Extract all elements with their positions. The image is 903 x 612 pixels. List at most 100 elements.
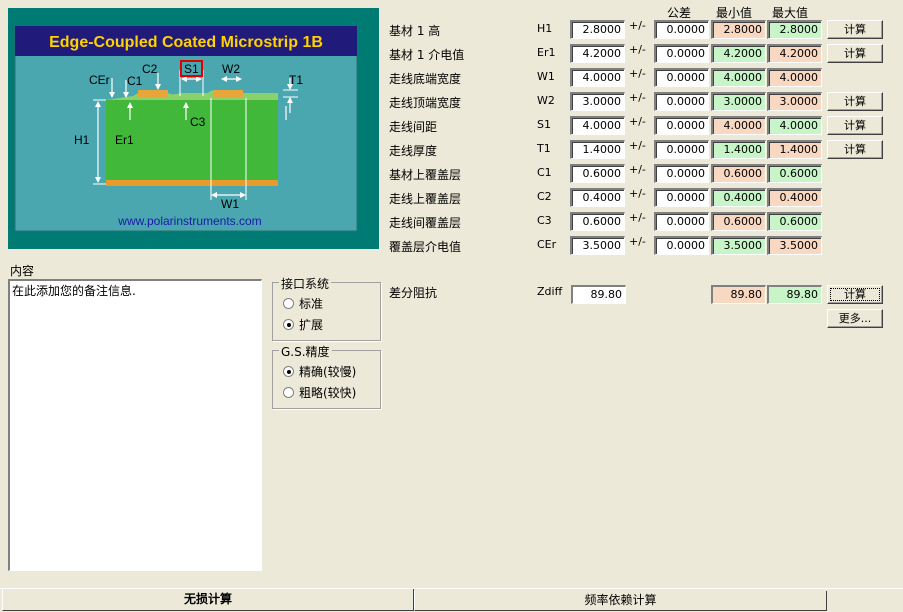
calculate-button[interactable]: 计算 bbox=[827, 140, 883, 159]
param-value-input[interactable]: 0.6000 bbox=[570, 164, 625, 183]
calculate-impedance-button[interactable]: 计算 bbox=[827, 285, 883, 304]
plus-minus-label: +/- bbox=[629, 211, 646, 224]
param-value-input[interactable]: 4.0000 bbox=[570, 116, 625, 135]
radio-standard-label: 标准 bbox=[299, 297, 324, 311]
radio-standard[interactable]: 标准 bbox=[283, 295, 323, 312]
param-min-value: 4.2000 bbox=[711, 44, 766, 63]
param-row-s1: 走线间距 S1 4.0000 +/- 0.0000 4.0000 4.0000 计算 bbox=[389, 115, 899, 137]
param-value-input[interactable]: 4.2000 bbox=[570, 44, 625, 63]
param-value-input[interactable]: 3.5000 bbox=[570, 236, 625, 255]
param-row-h1: 基材 1 高 H1 2.8000 +/- 0.0000 2.8000 2.8000 计算 bbox=[389, 19, 899, 41]
param-symbol: Er1 bbox=[537, 46, 556, 59]
param-row-c2: 走线上覆盖层 C2 0.4000 +/- 0.0000 0.4000 0.4000 bbox=[389, 187, 899, 209]
param-min-value: 4.0000 bbox=[711, 68, 766, 87]
diagram-title: Edge-Coupled Coated Microstrip 1B bbox=[49, 34, 323, 51]
param-min-value: 3.5000 bbox=[711, 236, 766, 255]
param-min-value: 0.6000 bbox=[711, 164, 766, 183]
param-tolerance-input[interactable]: 0.0000 bbox=[654, 92, 709, 111]
impedance-min: 89.80 bbox=[711, 285, 766, 304]
param-label: 走线间距 bbox=[389, 120, 438, 134]
interface-group: 接口系统 标准 扩展 bbox=[272, 275, 381, 341]
param-row-c3: 走线间覆盖层 C3 0.6000 +/- 0.0000 0.6000 0.6000 bbox=[389, 211, 899, 233]
param-tolerance-input[interactable]: 0.0000 bbox=[654, 68, 709, 87]
param-max-value: 4.2000 bbox=[767, 44, 822, 63]
label-c3: C3 bbox=[190, 115, 206, 129]
param-max-value: 0.6000 bbox=[767, 212, 822, 231]
param-tolerance-input[interactable]: 0.0000 bbox=[654, 116, 709, 135]
param-label: 基材上覆盖层 bbox=[389, 168, 462, 182]
notes-textarea[interactable]: 在此添加您的备注信息. bbox=[8, 279, 262, 571]
param-value-input[interactable]: 4.0000 bbox=[570, 68, 625, 87]
param-min-value: 3.0000 bbox=[711, 92, 766, 111]
more-button[interactable]: 更多... bbox=[827, 309, 883, 328]
param-tolerance-input[interactable]: 0.0000 bbox=[654, 44, 709, 63]
radio-extended-dot[interactable] bbox=[283, 319, 294, 330]
param-label: 走线厚度 bbox=[389, 144, 438, 158]
param-tolerance-input[interactable]: 0.0000 bbox=[654, 140, 709, 159]
tab-lossless[interactable]: 无损计算 bbox=[2, 589, 414, 611]
param-value-input[interactable]: 2.8000 bbox=[570, 20, 625, 39]
plus-minus-label: +/- bbox=[629, 115, 646, 128]
plus-minus-label: +/- bbox=[629, 19, 646, 32]
param-symbol: H1 bbox=[537, 22, 553, 35]
param-row-w1: 走线底端宽度 W1 4.0000 +/- 0.0000 4.0000 4.0000 bbox=[389, 67, 899, 89]
param-min-value: 4.0000 bbox=[711, 116, 766, 135]
param-value-input[interactable]: 0.4000 bbox=[570, 188, 625, 207]
param-row-w2: 走线顶端宽度 W2 3.0000 +/- 0.0000 3.0000 3.0000 计算 bbox=[389, 91, 899, 113]
param-symbol: W2 bbox=[537, 94, 555, 107]
param-tolerance-input[interactable]: 0.0000 bbox=[654, 164, 709, 183]
param-max-value: 3.0000 bbox=[767, 92, 822, 111]
param-label: 覆盖层介电值 bbox=[389, 240, 462, 254]
plus-minus-label: +/- bbox=[629, 187, 646, 200]
param-max-value: 4.0000 bbox=[767, 68, 822, 87]
radio-accurate[interactable]: 精确(较慢) bbox=[283, 363, 356, 380]
label-t1: T1 bbox=[289, 73, 303, 87]
precision-group-title: G.S.精度 bbox=[279, 343, 332, 360]
radio-extended[interactable]: 扩展 bbox=[283, 316, 323, 333]
param-symbol: T1 bbox=[537, 142, 551, 155]
impedance-max: 89.80 bbox=[767, 285, 822, 304]
param-value-input[interactable]: 3.0000 bbox=[570, 92, 625, 111]
radio-coarse-dot[interactable] bbox=[283, 387, 294, 398]
param-symbol: C3 bbox=[537, 214, 552, 227]
label-c1: C1 bbox=[127, 74, 143, 88]
structure-diagram: Edge-Coupled Coated Microstrip 1B S1 CEr… bbox=[8, 8, 379, 249]
param-label: 基材 1 高 bbox=[389, 24, 441, 38]
param-max-value: 2.8000 bbox=[767, 20, 822, 39]
calculate-button[interactable]: 计算 bbox=[827, 116, 883, 135]
param-max-value: 0.6000 bbox=[767, 164, 822, 183]
param-min-value: 0.6000 bbox=[711, 212, 766, 231]
param-min-value: 2.8000 bbox=[711, 20, 766, 39]
param-symbol: W1 bbox=[537, 70, 555, 83]
calculate-button[interactable]: 计算 bbox=[827, 20, 883, 39]
calculate-button[interactable]: 计算 bbox=[827, 92, 883, 111]
impedance-value[interactable]: 89.80 bbox=[571, 285, 626, 304]
param-tolerance-input[interactable]: 0.0000 bbox=[654, 236, 709, 255]
param-row-er1: 基材 1 介电值 Er1 4.2000 +/- 0.0000 4.2000 4.2000 计算 bbox=[389, 43, 899, 65]
param-symbol: C1 bbox=[537, 166, 552, 179]
label-s1: S1 bbox=[184, 62, 199, 76]
param-tolerance-input[interactable]: 0.0000 bbox=[654, 212, 709, 231]
param-max-value: 1.4000 bbox=[767, 140, 822, 159]
param-label: 走线底端宽度 bbox=[389, 72, 462, 86]
radio-coarse[interactable]: 粗略(较快) bbox=[283, 384, 356, 401]
param-value-input[interactable]: 1.4000 bbox=[570, 140, 625, 159]
param-symbol: C2 bbox=[537, 190, 552, 203]
param-value-input[interactable]: 0.6000 bbox=[570, 212, 625, 231]
diagram-url: www.polarinstruments.com bbox=[117, 214, 261, 228]
param-max-value: 4.0000 bbox=[767, 116, 822, 135]
param-tolerance-input[interactable]: 0.0000 bbox=[654, 20, 709, 39]
radio-accurate-dot[interactable] bbox=[283, 366, 294, 377]
plus-minus-label: +/- bbox=[629, 163, 646, 176]
radio-standard-dot[interactable] bbox=[283, 298, 294, 309]
label-cer: CEr bbox=[89, 73, 110, 87]
param-row-t1: 走线厚度 T1 1.4000 +/- 0.0000 1.4000 1.4000 计算 bbox=[389, 139, 899, 161]
param-symbol: S1 bbox=[537, 118, 551, 131]
label-c2: C2 bbox=[142, 62, 158, 76]
tab-frequency[interactable]: 频率依赖计算 bbox=[414, 591, 827, 611]
label-w2: W2 bbox=[222, 62, 240, 76]
calculate-button[interactable]: 计算 bbox=[827, 44, 883, 63]
param-tolerance-input[interactable]: 0.0000 bbox=[654, 188, 709, 207]
param-max-value: 0.4000 bbox=[767, 188, 822, 207]
param-label: 走线上覆盖层 bbox=[389, 192, 462, 206]
